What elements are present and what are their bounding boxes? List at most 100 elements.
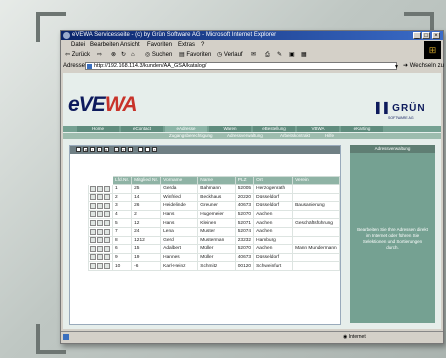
history-button[interactable]: ◷ Verlauf (217, 51, 243, 60)
subnav-adressverwaltung[interactable]: Adressverwaltung (227, 133, 263, 139)
select-checkbox[interactable] (97, 194, 103, 201)
column-header[interactable]: PLZ (234, 176, 255, 185)
table-row[interactable]: 10 -6 Karl-Heinz Schmitz 00120 Schweinfurt (88, 261, 340, 271)
delete-checkbox[interactable] (104, 185, 110, 192)
maximize-button[interactable]: □ (422, 32, 430, 39)
delete-checkbox[interactable] (104, 245, 110, 252)
table-cell: 25 (131, 184, 162, 194)
table-row[interactable]: 9 19 Hannes Müller 40673 Düsseldorf (88, 252, 340, 263)
nav-waren[interactable]: Waren (209, 126, 251, 132)
back-button[interactable]: ⇦ Zurück (65, 51, 90, 60)
chevron-down-icon[interactable]: ▼ (393, 62, 400, 70)
export-icon[interactable] (145, 147, 150, 152)
table-row[interactable]: 6 15 Adalbert Müller 52070 Aachen Mann Munderm… (88, 244, 340, 254)
previous-record-icon[interactable]: ‹ (90, 147, 95, 152)
select-checkbox[interactable] (97, 220, 103, 227)
last-record-icon[interactable]: ▸ (104, 147, 109, 152)
print-icon[interactable]: ⎙ (265, 51, 270, 60)
subnav-arbeitskontrakt[interactable]: Arbeitskontrakt (280, 133, 310, 139)
home-icon[interactable]: ⌂ (131, 51, 135, 60)
edit-checkbox[interactable] (90, 220, 96, 227)
column-header[interactable]: Mitglied Nr. (131, 176, 162, 185)
nav-home[interactable]: Home (77, 126, 119, 132)
column-header[interactable]: Vorname (160, 176, 199, 185)
edit-checkbox[interactable] (90, 228, 96, 235)
table-row[interactable]: 3 26 Heidelinde Greuner 40673 Düsseldorf Bausa… (88, 201, 340, 211)
edit-checkbox[interactable] (90, 245, 96, 252)
evewa-logo: eVEWA (68, 93, 138, 117)
messenger-icon[interactable]: ▦ (301, 51, 307, 60)
minimize-button[interactable]: _ (413, 32, 421, 39)
menu-edit[interactable]: Bearbeiten (90, 41, 119, 50)
delete-checkbox[interactable] (104, 211, 110, 218)
nav-econtact[interactable]: eContact (121, 126, 163, 132)
search-icon[interactable]: ○ (114, 147, 119, 152)
select-checkbox[interactable] (97, 185, 103, 192)
close-button[interactable]: × (432, 32, 440, 39)
favorites-button[interactable]: ▤ Favoriten (179, 51, 211, 60)
subnav-hilfe[interactable]: Hilfe (325, 133, 334, 139)
edit-checkbox[interactable] (90, 194, 96, 201)
nav-vbwa[interactable]: VBWA (297, 126, 339, 132)
menu-tools[interactable]: Extras (178, 41, 195, 50)
subnav-zugangsberechtigung[interactable]: Zugangsberechtigung (169, 133, 213, 139)
delete-checkbox[interactable] (104, 220, 110, 227)
edit-checkbox[interactable] (90, 211, 96, 218)
sort-icon[interactable]: ↕ (128, 147, 133, 152)
edit-checkbox[interactable] (90, 237, 96, 244)
column-header[interactable]: Name (197, 176, 236, 185)
search-button[interactable]: ◎ Suchen (145, 51, 172, 60)
windows-logo-icon: ⊞ (424, 41, 441, 59)
table-row[interactable]: 1 25 Gerda Bahmann 52005 Herzogenrath (88, 184, 340, 194)
table-cell: 1 (111, 184, 133, 194)
stop-icon[interactable]: ⊗ (111, 51, 116, 60)
table-row[interactable]: 2 14 Winfried Beckhaus 20220 Düsseldorf (88, 192, 340, 203)
select-checkbox[interactable] (97, 245, 103, 252)
delete-icon[interactable]: × (152, 147, 157, 152)
select-checkbox[interactable] (97, 228, 103, 235)
nav-eadresse[interactable]: eAdresse (165, 126, 207, 132)
delete-checkbox[interactable] (104, 263, 110, 269)
column-header[interactable]: Ort (253, 176, 294, 185)
table-row[interactable]: 4 2 Hans Hugemeier 52070 Aachen (88, 209, 340, 220)
table-row[interactable]: 5 12 Hans Kleinen 52071 Aachen Geschäftsführun… (88, 218, 340, 228)
delete-checkbox[interactable] (104, 254, 110, 261)
mail-icon[interactable]: ✉ (251, 51, 256, 60)
column-header[interactable]: Lfd.Nr. (111, 176, 133, 185)
menu-help[interactable]: ? (201, 41, 204, 50)
refresh-icon[interactable]: ↻ (121, 51, 126, 60)
menu-file[interactable]: Datei (71, 41, 85, 50)
edit-icon[interactable]: ✎ (277, 51, 282, 60)
select-checkbox[interactable] (97, 254, 103, 261)
edit-checkbox[interactable] (90, 263, 96, 269)
menu-view[interactable]: Ansicht (120, 41, 140, 50)
edit-checkbox[interactable] (90, 185, 96, 192)
select-checkbox[interactable] (97, 237, 103, 244)
select-checkbox[interactable] (97, 211, 103, 218)
go-button[interactable]: ➜ Wechseln zu (403, 61, 444, 71)
forward-button[interactable]: ⇨ (97, 51, 102, 60)
edit-checkbox[interactable] (90, 254, 96, 261)
delete-checkbox[interactable] (104, 202, 110, 209)
delete-checkbox[interactable] (104, 194, 110, 201)
table-row[interactable]: 8 1212 Gerd Musterman 23232 Hamburg (88, 235, 340, 246)
nav-ebestellung[interactable]: eBestellung (253, 126, 295, 132)
column-header[interactable]: Verein (292, 176, 340, 185)
print-icon[interactable] (138, 147, 143, 152)
menu-favorites[interactable]: Favoriten (147, 41, 172, 50)
first-record-icon[interactable]: ◂ (83, 147, 88, 152)
discuss-icon[interactable]: ▣ (289, 51, 295, 60)
delete-checkbox[interactable] (104, 237, 110, 244)
nav-ekarting[interactable]: eKarting (341, 126, 383, 132)
table-row[interactable]: 7 24 Lena Muster 52074 Aachen (88, 226, 340, 237)
filter-icon[interactable]: ▿ (121, 147, 126, 152)
new-record-icon[interactable] (76, 147, 81, 152)
select-checkbox[interactable] (97, 263, 103, 269)
edit-checkbox[interactable] (90, 202, 96, 209)
table-cell (292, 252, 340, 263)
delete-checkbox[interactable] (104, 228, 110, 235)
select-checkbox[interactable] (97, 202, 103, 209)
next-record-icon[interactable]: › (97, 147, 102, 152)
table-cell (292, 235, 340, 246)
address-input[interactable]: http://192.168.114.3/kunden/AA_GSA/katal… (85, 62, 397, 70)
